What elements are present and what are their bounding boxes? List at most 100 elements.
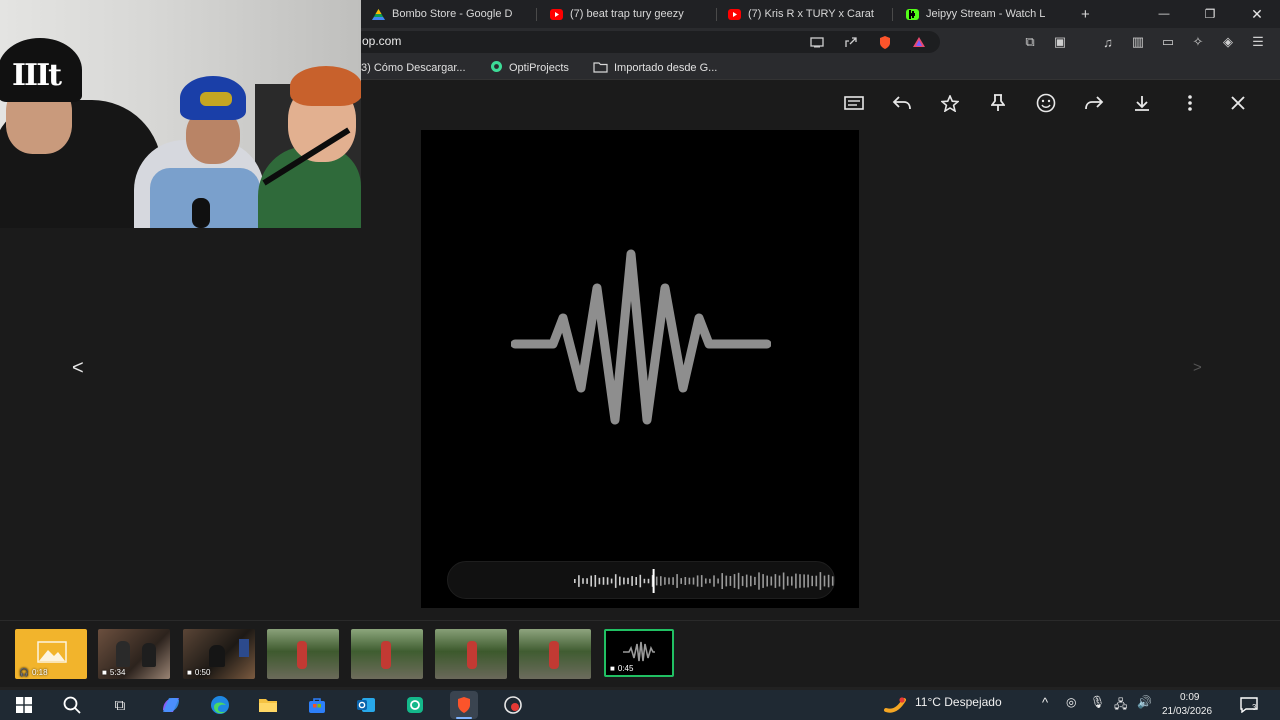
playhead[interactable]: [652, 569, 655, 593]
thumbnail-item[interactable]: [267, 629, 339, 679]
vpn-icon[interactable]: ◈: [1217, 32, 1239, 52]
waveform-bar: [660, 576, 662, 586]
thumbnail-item[interactable]: ■ 0:50: [183, 629, 255, 679]
url-text[interactable]: op.com: [362, 34, 401, 48]
thumbnail-item-selected[interactable]: ■ 0:45: [604, 629, 674, 677]
close-window-button[interactable]: ✕: [1237, 3, 1277, 25]
thumbnail-item[interactable]: ■ 5:34: [98, 629, 170, 679]
prev-button[interactable]: <: [72, 357, 84, 380]
share-icon[interactable]: [840, 32, 862, 52]
person-figure: [142, 643, 156, 667]
captions-icon[interactable]: [841, 90, 867, 116]
plus-icon: +: [1081, 5, 1090, 23]
person-figure: [549, 641, 559, 669]
reply-icon[interactable]: [889, 90, 915, 116]
brave-shield-icon[interactable]: [874, 32, 896, 52]
app-icon: [407, 697, 423, 713]
audio-icon: 🎧: [19, 668, 29, 677]
media-preview[interactable]: [421, 130, 859, 608]
edge-button[interactable]: [207, 694, 233, 716]
sidebar-icon[interactable]: ▥: [1127, 32, 1149, 52]
person-figure: [116, 641, 130, 667]
bookmark-como-descargar[interactable]: 3) Cómo Descargar...: [361, 60, 466, 76]
waveform-bar: [721, 573, 723, 589]
search-icon: [63, 696, 81, 714]
task-view-button[interactable]: ⧉: [107, 694, 133, 716]
app-button[interactable]: [402, 694, 428, 716]
waveform-bar: [614, 574, 617, 588]
copilot-button[interactable]: [158, 694, 184, 716]
network-icon[interactable]: 🖧: [1114, 695, 1127, 716]
bookmark-optiprojects[interactable]: OptiProjects: [490, 60, 569, 76]
waveform-bar: [602, 577, 605, 585]
tab-beat-trap[interactable]: (7) beat trap tury geezy: [540, 2, 712, 26]
waveform-bar: [586, 578, 588, 584]
extensions-icon[interactable]: ⧉: [1019, 32, 1041, 52]
emoji-icon[interactable]: [1033, 90, 1059, 116]
waveform-bar: [811, 575, 813, 587]
leo-ai-icon[interactable]: ✧: [1187, 32, 1209, 52]
notifications-button[interactable]: [1236, 694, 1262, 716]
tab-bombo-store[interactable]: Bombo Store - Google D: [362, 2, 532, 26]
weather-text[interactable]: 11°C Despejado: [915, 695, 1002, 709]
windows-taskbar: ⧉ 11°C Despejado ^ ◎ 🎙 🖧 🔊 0:09 21/03/20…: [0, 690, 1280, 720]
outlook-icon: [357, 698, 375, 712]
menu-icon[interactable]: ☰: [1247, 32, 1269, 52]
more-icon[interactable]: [1177, 90, 1203, 116]
brave-icon: [458, 697, 470, 713]
waveform-bar: [741, 576, 744, 586]
bookmark-label: OptiProjects: [509, 62, 569, 74]
bookmark-label: Importado desde G...: [614, 62, 718, 74]
waveform-bar: [696, 575, 699, 587]
search-button[interactable]: [59, 694, 85, 716]
download-icon[interactable]: [1129, 90, 1155, 116]
brave-button[interactable]: [450, 691, 478, 719]
cast-icon[interactable]: [806, 32, 828, 52]
waveform-bar: [709, 578, 711, 584]
restore-button[interactable]: ❐: [1190, 3, 1230, 25]
clock-time[interactable]: 0:09: [1180, 692, 1199, 703]
thumbnail-item[interactable]: 🎧 0:18: [15, 629, 87, 679]
minimize-button[interactable]: —: [1144, 3, 1184, 25]
google-drive-icon: [372, 8, 385, 20]
person-figure: [467, 641, 477, 669]
tab-jeipyy-stream[interactable]: Jeipyy Stream - Watch L: [896, 2, 1066, 26]
recorder-button[interactable]: [500, 694, 526, 716]
star-icon[interactable]: [937, 90, 963, 116]
weather-icon[interactable]: [882, 694, 908, 716]
outlook-button[interactable]: [353, 694, 379, 716]
pin-icon[interactable]: [985, 90, 1011, 116]
next-button[interactable]: >: [1193, 359, 1202, 376]
store-button[interactable]: [304, 694, 330, 716]
thumbnail-duration: 0:50: [194, 668, 211, 677]
poster-shape: [239, 639, 249, 657]
clock-date[interactable]: 21/03/2026: [1162, 706, 1212, 717]
tray-caret-icon[interactable]: ^: [1042, 695, 1048, 710]
bookmark-importado[interactable]: Importado desde G...: [593, 60, 717, 76]
waveform-icon: [623, 641, 655, 662]
new-tab-button[interactable]: +: [1078, 2, 1098, 26]
webcam-tray-icon[interactable]: ◎: [1066, 695, 1076, 709]
audio-player-bar[interactable]: [447, 561, 835, 599]
close-icon[interactable]: [1225, 90, 1251, 116]
brave-rewards-icon[interactable]: [908, 32, 930, 52]
thumbnail-item[interactable]: [351, 629, 423, 679]
forward-icon[interactable]: [1081, 90, 1107, 116]
tab-kris-r[interactable]: (7) Kris R x TURY x Carat: [718, 2, 888, 26]
person-figure: [209, 645, 225, 667]
thumbnail-item[interactable]: [519, 629, 591, 679]
waveform-bar: [676, 574, 678, 588]
microphone-icon[interactable]: 🎙: [1090, 695, 1105, 709]
music-icon[interactable]: ♫: [1097, 32, 1119, 52]
restore-icon: ❐: [1204, 7, 1216, 21]
video-icon: ■: [102, 668, 107, 677]
audio-scrubber[interactable]: [574, 569, 836, 593]
start-button[interactable]: [11, 694, 37, 716]
wallet-icon[interactable]: ▭: [1157, 32, 1179, 52]
volume-icon[interactable]: 🔊: [1137, 695, 1152, 709]
thumbnail-item[interactable]: [435, 629, 507, 679]
file-explorer-button[interactable]: [255, 694, 281, 716]
waveform-bar: [684, 577, 687, 585]
screenshot-icon[interactable]: ▣: [1049, 32, 1071, 52]
image-icon: [37, 641, 67, 663]
